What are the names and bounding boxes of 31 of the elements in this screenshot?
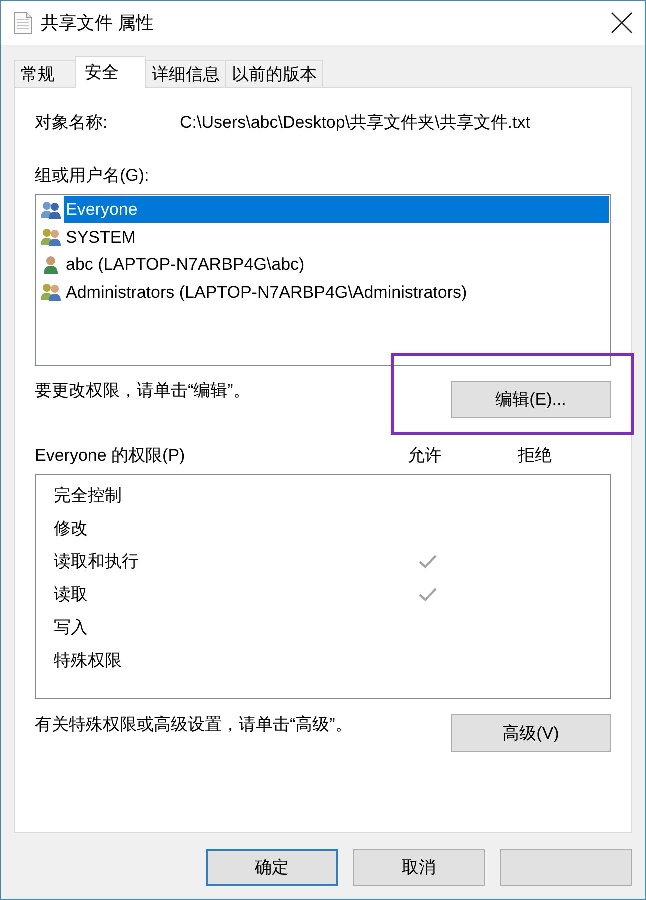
permission-name: 修改 <box>54 518 88 540</box>
group-list-item[interactable]: Administrators (LAPTOP-N7ARBP4G\Administrators) <box>64 278 609 306</box>
permission-name: 完全控制 <box>54 484 122 506</box>
group-list-item[interactable]: Everyone <box>64 196 609 224</box>
permission-name: 写入 <box>54 616 88 638</box>
advanced-hint: 有关特殊权限或高级设置，请单击“高级”。 <box>35 714 352 736</box>
group-icon <box>40 200 62 220</box>
group-list-item[interactable]: abc (LAPTOP-N7ARBP4G\abc) <box>64 251 609 278</box>
advanced-button[interactable]: 高级(V) <box>451 714 611 752</box>
edit-button[interactable]: 编辑(E)... <box>451 381 611 418</box>
object-name-label: 对象名称: <box>35 112 109 134</box>
group-list-item[interactable]: SYSTEM <box>64 224 609 251</box>
permission-name: 读取和执行 <box>54 550 139 572</box>
window-title: 共享文件 属性 <box>41 12 154 35</box>
close-icon <box>611 12 633 34</box>
document-icon <box>14 12 32 34</box>
permission-name: 特殊权限 <box>54 650 122 672</box>
allow-column-heading: 允许 <box>408 445 442 467</box>
ok-button[interactable]: 确定 <box>206 849 338 886</box>
deny-column-heading: 拒绝 <box>518 445 552 467</box>
tab[interactable]: 安全 <box>75 56 146 88</box>
permissions-label: Everyone 的权限(P) <box>35 445 186 467</box>
cancel-button[interactable]: 取消 <box>353 849 485 886</box>
group-icon <box>40 282 62 302</box>
object-path: C:\Users\abc\Desktop\共享文件夹\共享文件.txt <box>180 112 530 134</box>
group-list-label: 组或用户名(G): <box>35 165 150 187</box>
tab[interactable]: 常规 <box>14 60 76 87</box>
permission-name: 读取 <box>54 584 88 606</box>
group-icon <box>40 227 62 248</box>
tab[interactable]: 以前的版本 <box>225 60 323 87</box>
edit-hint: 要更改权限，请单击“编辑”。 <box>35 380 250 402</box>
